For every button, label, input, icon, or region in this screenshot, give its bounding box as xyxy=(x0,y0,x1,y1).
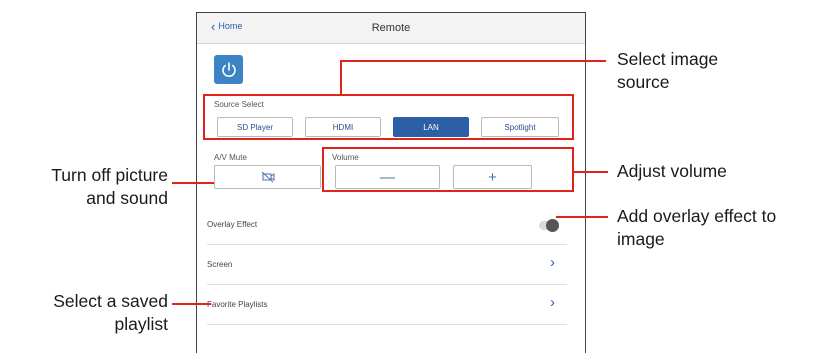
favorite-playlists-label: Favorite Playlists xyxy=(207,300,268,309)
av-mute-label: A/V Mute xyxy=(214,153,247,162)
source-connector-vertical xyxy=(340,60,342,95)
screen-label: Screen xyxy=(207,260,233,269)
volume-highlight xyxy=(322,147,574,192)
power-button[interactable] xyxy=(214,55,243,84)
favorite-playlists-row[interactable]: Favorite Playlists › xyxy=(207,285,567,325)
callout-line: Turn off picture xyxy=(51,165,168,185)
callout-mute: Turn off picture and sound xyxy=(0,164,168,210)
callout-line: Add overlay effect to xyxy=(617,206,777,226)
callout-adjust-volume: Adjust volume xyxy=(617,161,727,181)
navigation-bar: ‹ Home Remote xyxy=(197,13,585,44)
callout-overlay: Add overlay effect to image xyxy=(617,205,776,251)
overlay-effect-row: Overlay Effect xyxy=(207,205,567,245)
toggle-knob xyxy=(546,219,559,232)
overlay-connector xyxy=(556,216,608,218)
callout-line: playlist xyxy=(114,314,169,334)
overlay-effect-toggle[interactable] xyxy=(539,219,559,232)
source-select-highlight xyxy=(203,94,574,140)
page-title: Remote xyxy=(371,22,411,34)
power-icon xyxy=(221,61,236,77)
chevron-right-icon: › xyxy=(550,294,555,311)
mute-connector xyxy=(172,182,214,184)
overlay-effect-label: Overlay Effect xyxy=(207,220,258,229)
source-connector xyxy=(340,60,606,62)
callout-line: and sound xyxy=(86,188,168,208)
callout-playlist: Select a saved playlist xyxy=(0,290,168,336)
callout-line: source xyxy=(617,72,670,92)
av-mute-button[interactable] xyxy=(214,165,321,189)
screen-row[interactable]: Screen › xyxy=(207,245,567,285)
callout-select-source: Select image source xyxy=(617,48,718,94)
callout-line: Select a saved xyxy=(53,291,168,311)
chevron-right-icon: › xyxy=(550,254,555,271)
av-mute-icon xyxy=(261,171,274,183)
callout-line: Select image xyxy=(617,49,719,69)
volume-connector xyxy=(574,171,608,173)
callout-line: image xyxy=(617,229,665,249)
playlist-connector xyxy=(172,303,211,305)
